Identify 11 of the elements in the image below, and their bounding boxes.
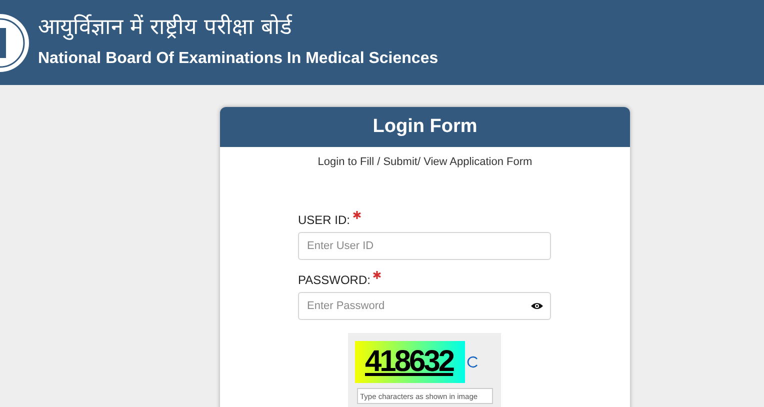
user-id-field[interactable]: Enter User ID bbox=[298, 232, 551, 260]
captcha-image: 418632 bbox=[355, 340, 465, 382]
header-title-hindi: आयुर्विज्ञान में राष्ट्रीय परीक्षा बोर्ड bbox=[38, 13, 294, 42]
refresh-icon[interactable] bbox=[467, 356, 479, 368]
card-title: Login Form bbox=[372, 114, 478, 139]
card-subtitle: Login to Fill / Submit/ View Application Form bbox=[316, 155, 534, 170]
eye-icon[interactable] bbox=[531, 302, 543, 310]
password-field[interactable]: Enter Password bbox=[298, 292, 551, 320]
header-title: National Board Of Examinations In Medical Sciences bbox=[38, 48, 438, 68]
field-label: PASSWORD: bbox=[298, 272, 370, 288]
field-label: USER ID: bbox=[298, 212, 350, 228]
